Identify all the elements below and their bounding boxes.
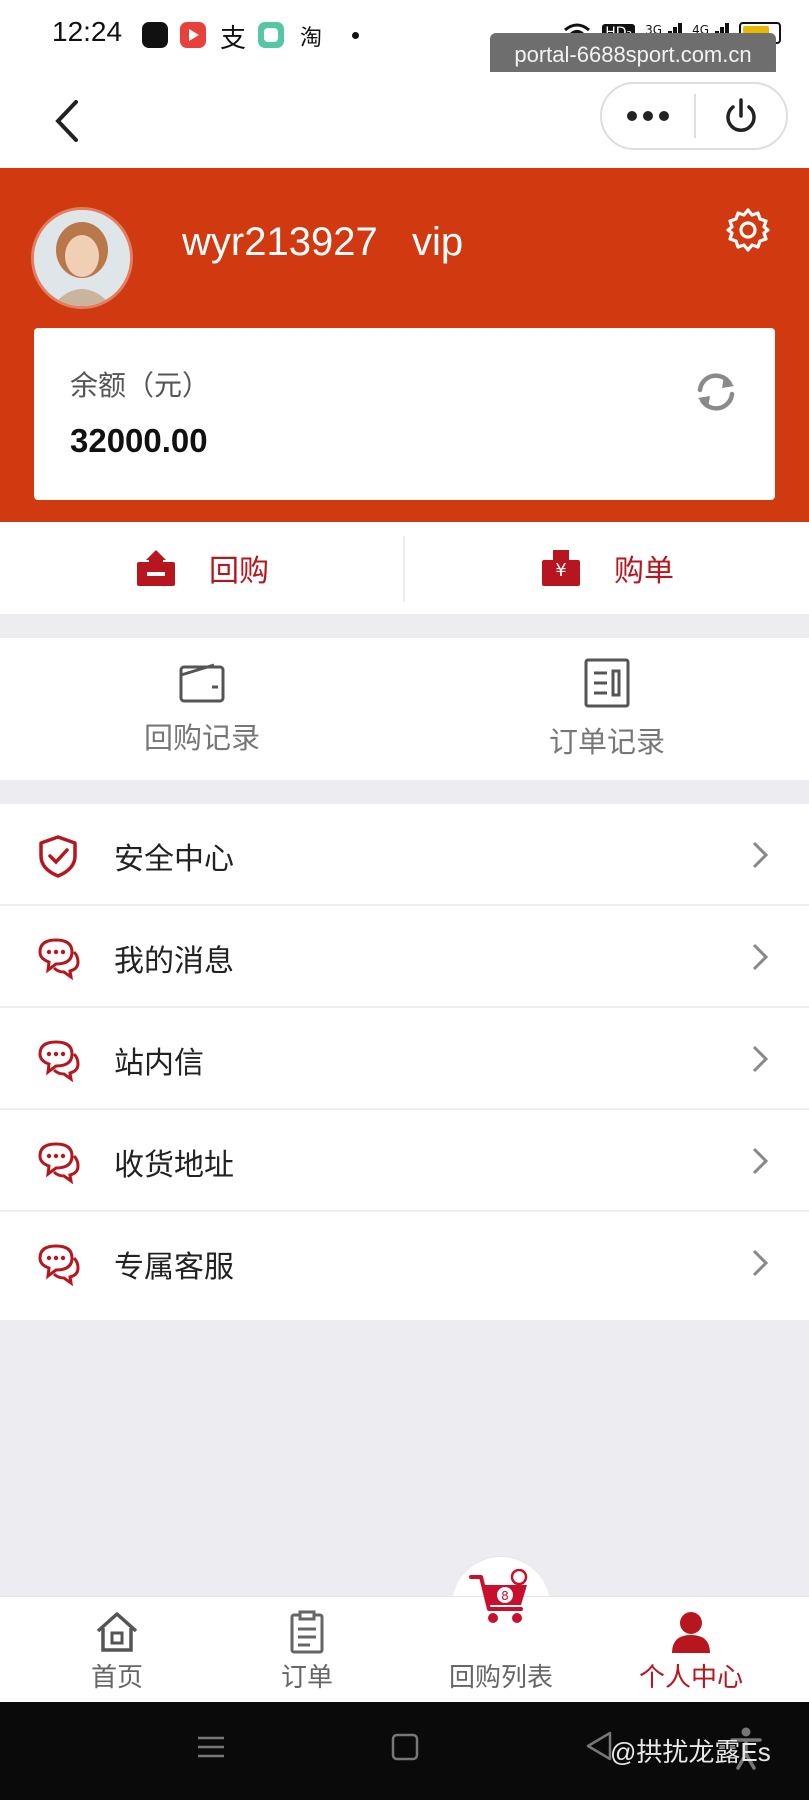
purchase-order-button[interactable]: ¥ 购单 [405,522,809,614]
menu-item-shipping-address[interactable]: 收货地址 [0,1110,809,1212]
top-nav-bar [0,72,809,168]
tiktok-icon [142,22,168,48]
chevron-right-icon [752,1045,769,1073]
status-time: 12:24 [52,16,123,47]
upload-box-icon [137,550,175,586]
purchase-order-label: 购单 [614,554,674,589]
tab-personal-center[interactable]: 个人中心 [596,1597,786,1703]
tab-label: 首页 [90,1663,143,1693]
svg-text:¥: ¥ [555,560,566,581]
chevron-right-icon [752,841,769,869]
vip-badge: vip [412,220,464,264]
wallet-icon [179,663,225,703]
shield-check-icon [39,835,77,878]
back-button[interactable] [44,94,94,148]
power-icon [726,98,756,132]
tab-buyback-list[interactable]: 8 回购列表 [406,1569,596,1703]
tab-label: 回购列表 [448,1663,553,1693]
home-icon [96,1612,138,1652]
menu-item-customer-service[interactable]: 专属客服 [0,1212,809,1314]
balance-value: 32000.00 [70,422,208,459]
avatar-portrait [34,210,130,306]
menu-item-label: 收货地址 [114,1148,234,1183]
refresh-icon [697,373,735,411]
play-app-icon [180,22,206,48]
bottom-tab-bar: 首页 订单 8 回购列表 个人中心 [0,1569,809,1703]
menu-item-label: 专属客服 [114,1250,234,1285]
more-button[interactable] [602,84,694,148]
avatar[interactable] [34,210,130,306]
cart-icon: 8 [469,1569,528,1623]
buyback-records-button[interactable]: 回购记录 [0,638,404,780]
balance-card: 余额（元） 32000.00 [34,328,775,500]
menu-item-label: 安全中心 [114,842,234,877]
menu-item-label: 我的消息 [114,944,234,979]
system-nav-bar: @拱扰龙露Es [0,1702,809,1800]
green-app-icon [258,22,284,48]
tab-orders[interactable]: 订单 [212,1597,402,1703]
settings-button[interactable] [724,206,772,254]
chevron-right-icon [752,1249,769,1277]
buyback-button[interactable]: 回购 [0,522,404,614]
refresh-balance-button[interactable] [694,370,738,414]
menu-lines-icon[interactable] [196,1732,226,1762]
home-square-icon[interactable] [390,1732,420,1762]
tab-home[interactable]: 首页 [22,1597,212,1703]
mini-program-capsule [600,82,788,150]
close-miniprogram-button[interactable] [696,84,786,148]
taobao-icon: 淘 [300,26,323,51]
clipboard-icon [290,1610,324,1654]
username: wyr213927 [182,220,378,264]
chevron-right-icon [752,943,769,971]
chat-bubbles-icon [38,1244,80,1286]
chat-bubbles-icon [38,1142,80,1184]
menu-item-label: 站内信 [114,1046,204,1081]
url-chip: portal-6688sport.com.cn [490,33,776,77]
yen-download-icon: ¥ [542,550,580,586]
order-records-label: 订单记录 [548,725,665,759]
chevron-left-icon [55,100,78,142]
alipay-icon: 支 [220,24,247,54]
profile-header: wyr213927 vip 余额（元） 32000.00 [0,168,809,522]
menu-item-inbox[interactable]: 站内信 [0,1008,809,1110]
more-dots-icon [627,111,669,121]
person-icon [672,1612,710,1653]
action-row: 回购 ¥ 购单 [0,522,809,614]
tab-label: 个人中心 [638,1663,743,1693]
gear-icon [726,208,770,252]
chat-bubbles-icon [38,938,80,980]
watermark: @拱扰龙露Es [610,1737,771,1767]
buyback-label: 回购 [209,554,269,589]
document-list-icon [584,658,630,708]
order-records-button[interactable]: 订单记录 [405,638,809,780]
records-row: 回购记录 订单记录 [0,638,809,780]
menu-list: 安全中心 我的消息 站内信 收货地址 专属客服 [0,804,809,1320]
chevron-right-icon [752,1147,769,1175]
buyback-records-label: 回购记录 [143,721,260,755]
menu-item-security-center[interactable]: 安全中心 [0,804,809,906]
menu-item-my-messages[interactable]: 我的消息 [0,906,809,1008]
chat-bubbles-icon [38,1040,80,1082]
notification-dot [352,32,359,39]
balance-label: 余额（元） [70,369,211,402]
svg-text:8: 8 [501,1589,509,1603]
tab-label: 订单 [280,1663,333,1693]
